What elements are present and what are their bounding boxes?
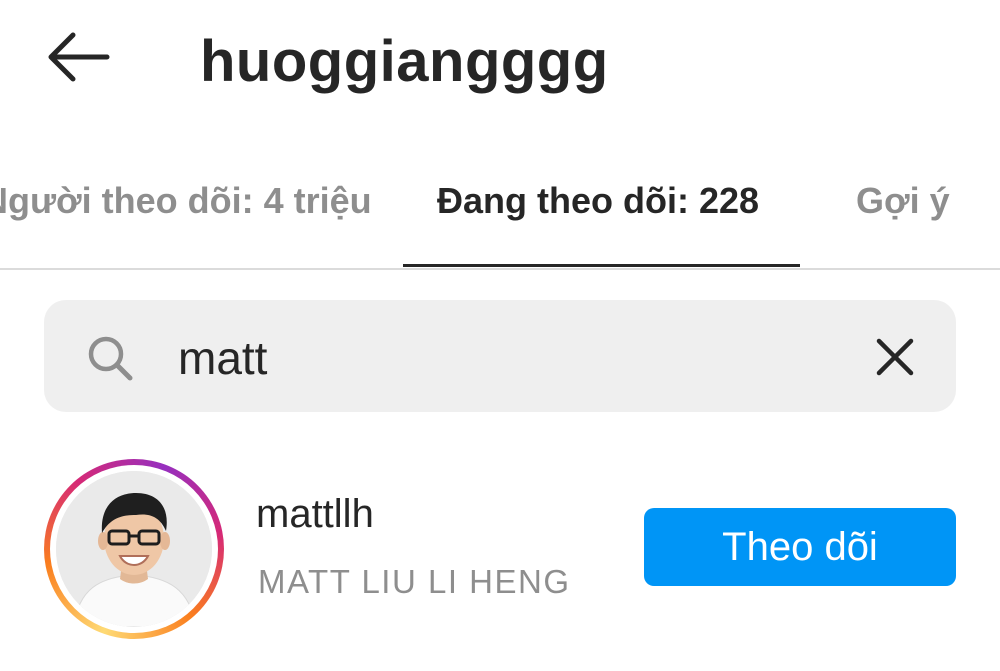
profile-username-title: huoggiangggg	[200, 29, 609, 94]
arrow-left-icon	[48, 32, 110, 82]
clear-search-button[interactable]	[872, 334, 918, 380]
follow-tabs: Người theo dõi: 4 triệu Đang theo dõi: 2…	[0, 150, 1000, 270]
story-ring[interactable]	[44, 459, 224, 639]
close-icon	[876, 338, 914, 376]
search-icon	[88, 336, 133, 381]
active-tab-indicator	[403, 264, 800, 267]
tab-following[interactable]: Đang theo dõi: 228	[437, 180, 759, 222]
top-bar: huoggiangggg	[0, 0, 1000, 125]
result-username[interactable]: mattllh	[256, 492, 374, 537]
follow-button[interactable]: Theo dõi	[644, 508, 956, 586]
back-button[interactable]	[38, 22, 118, 92]
list-item[interactable]: mattllh MATT LIU LI HENG Theo dõi	[0, 440, 1000, 660]
tab-suggestions[interactable]: Gợi ý	[856, 180, 950, 222]
search-input[interactable]	[178, 322, 818, 394]
following-list-screen: huoggiangggg Người theo dõi: 4 triệu Đan…	[0, 0, 1000, 671]
avatar	[56, 471, 212, 627]
result-full-name: MATT LIU LI HENG	[258, 563, 571, 600]
tab-followers[interactable]: Người theo dõi: 4 triệu	[0, 180, 372, 222]
